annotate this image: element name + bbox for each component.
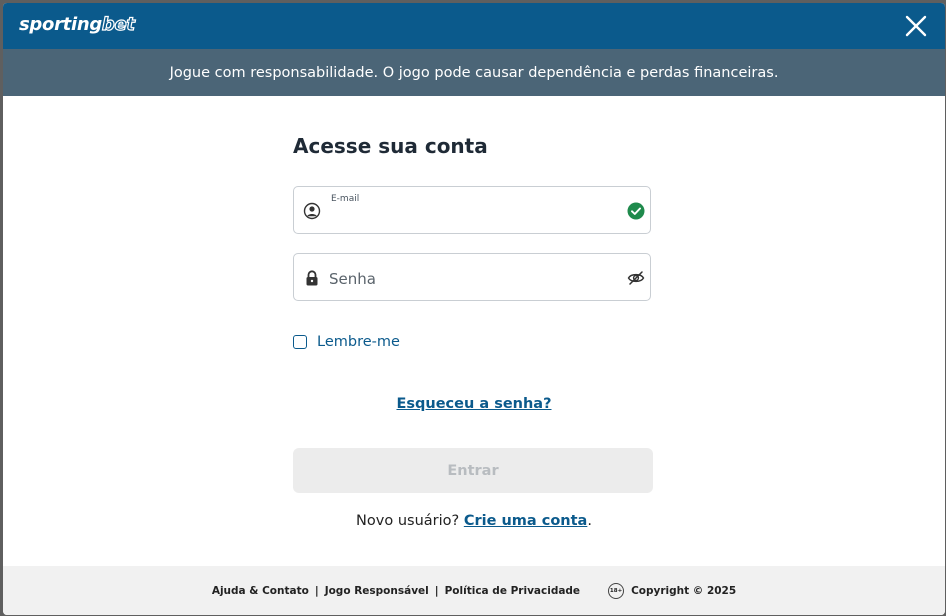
login-form: Acesse sua conta E-mail Lembre-me Esquec… xyxy=(3,96,945,566)
user-icon xyxy=(303,202,321,220)
footer-separator: | xyxy=(314,584,319,597)
email-input[interactable] xyxy=(327,205,611,231)
login-button[interactable]: Entrar xyxy=(293,448,653,493)
footer-separator: | xyxy=(434,584,439,597)
age-18-icon: 18+ xyxy=(608,582,625,599)
forgot-password-link[interactable]: Esqueceu a senha? xyxy=(396,396,551,412)
eye-slash-icon[interactable] xyxy=(627,269,645,287)
password-field[interactable] xyxy=(293,253,651,301)
footer-link-help[interactable]: Ajuda & Contato xyxy=(212,585,309,597)
copyright-text: Copyright © 2025 xyxy=(631,584,737,597)
remember-me-toggle[interactable]: Lembre-me xyxy=(293,334,400,350)
check-circle-icon xyxy=(627,202,645,220)
page-title: Acesse sua conta xyxy=(293,134,488,158)
footer: Ajuda & Contato | Jogo Responsável | Pol… xyxy=(3,566,945,615)
signup-row: Novo usuário? Crie uma conta. xyxy=(3,513,945,529)
brand-logo: sportingbet xyxy=(19,13,136,35)
lock-icon xyxy=(306,270,318,286)
email-field[interactable]: E-mail xyxy=(293,186,651,234)
create-account-link[interactable]: Crie uma conta xyxy=(464,513,588,529)
remember-me-label: Lembre-me xyxy=(317,334,400,350)
footer-link-privacy[interactable]: Política de Privacidade xyxy=(445,585,580,597)
signup-prefix: Novo usuário? xyxy=(356,513,460,529)
email-label: E-mail xyxy=(331,194,360,204)
close-icon[interactable] xyxy=(903,13,929,39)
password-input[interactable] xyxy=(327,266,611,292)
responsible-gaming-banner: Jogue com responsabilidade. O jogo pode … xyxy=(3,49,945,96)
login-modal: sportingbet Jogue com responsabilidade. … xyxy=(3,3,945,615)
remember-me-checkbox[interactable] xyxy=(293,335,307,349)
signup-suffix: . xyxy=(587,513,592,529)
top-bar: sportingbet xyxy=(3,3,945,49)
footer-link-responsible-gaming[interactable]: Jogo Responsável xyxy=(325,585,429,597)
forgot-password-row: Esqueceu a senha? xyxy=(3,393,945,412)
